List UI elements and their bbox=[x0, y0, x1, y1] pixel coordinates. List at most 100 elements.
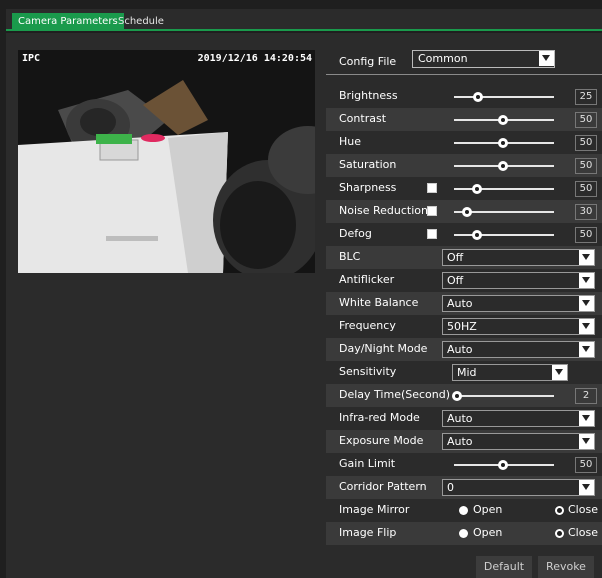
day-night-mode-select[interactable]: Auto bbox=[442, 341, 595, 358]
frequency-value: 50HZ bbox=[447, 320, 477, 333]
config-file-select[interactable]: Common bbox=[412, 50, 555, 68]
exposure-mode-select[interactable]: Auto bbox=[442, 433, 595, 450]
infra-red-mode-label: Infra-red Mode bbox=[339, 411, 420, 424]
sharpness-slider-handle[interactable] bbox=[472, 184, 482, 194]
noise-reduction-row: Noise Reduction 30 bbox=[326, 200, 602, 223]
config-file-value: Common bbox=[418, 52, 468, 65]
infra-red-mode-value: Auto bbox=[447, 412, 473, 425]
image-flip-close-radio[interactable] bbox=[555, 529, 564, 538]
chevron-down-icon bbox=[552, 365, 567, 380]
image-flip-open-radio[interactable] bbox=[459, 529, 468, 538]
blc-select[interactable]: Off bbox=[442, 249, 595, 266]
brightness-row: Brightness 25 bbox=[326, 85, 602, 108]
main-content: IPC 2019/12/16 14:20:54 Config File Comm… bbox=[6, 33, 602, 578]
corridor-pattern-value: 0 bbox=[447, 481, 454, 494]
noise-reduction-slider-handle[interactable] bbox=[462, 207, 472, 217]
chevron-down-icon bbox=[579, 411, 594, 426]
corridor-pattern-label: Corridor Pattern bbox=[339, 480, 427, 493]
sharpness-track[interactable] bbox=[454, 188, 554, 190]
image-mirror-close-radio[interactable] bbox=[555, 506, 564, 515]
defog-value[interactable]: 50 bbox=[575, 227, 597, 243]
day-night-mode-value: Auto bbox=[447, 343, 473, 356]
infra-red-mode-select[interactable]: Auto bbox=[442, 410, 595, 427]
antiflicker-value: Off bbox=[447, 274, 464, 287]
white-balance-value: Auto bbox=[447, 297, 473, 310]
saturation-row: Saturation 50 bbox=[326, 154, 602, 177]
chevron-down-icon bbox=[579, 319, 594, 334]
blc-label: BLC bbox=[339, 250, 361, 263]
brightness-value[interactable]: 25 bbox=[575, 89, 597, 105]
config-file-label: Config File bbox=[339, 55, 397, 68]
image-mirror-row: Image Mirror Open Close bbox=[326, 499, 602, 522]
blc-row: BLC Off bbox=[326, 246, 602, 269]
noise-reduction-value[interactable]: 30 bbox=[575, 204, 597, 220]
chevron-down-icon bbox=[579, 480, 594, 495]
antiflicker-select[interactable]: Off bbox=[442, 272, 595, 289]
camera-image bbox=[18, 50, 315, 273]
delay-time-value[interactable]: 2 bbox=[575, 388, 597, 404]
settings-panel: Config File Common Brightness 25 Contras… bbox=[326, 33, 602, 578]
chevron-down-icon bbox=[579, 273, 594, 288]
image-flip-row: Image Flip Open Close bbox=[326, 522, 602, 545]
brightness-slider-handle[interactable] bbox=[473, 92, 483, 102]
hue-slider-handle[interactable] bbox=[498, 138, 508, 148]
defog-row: Defog 50 bbox=[326, 223, 602, 246]
tab-schedule[interactable]: Schedule bbox=[112, 13, 170, 30]
default-button[interactable]: Default bbox=[476, 556, 532, 578]
sharpness-label: Sharpness bbox=[339, 181, 397, 194]
config-file-row: Config File Common bbox=[326, 43, 602, 75]
delay-time-row: Delay Time(Second) 2 bbox=[326, 384, 602, 407]
sharpness-checkbox[interactable] bbox=[427, 183, 437, 193]
day-night-mode-row: Day/Night Mode Auto bbox=[326, 338, 602, 361]
white-balance-select[interactable]: Auto bbox=[442, 295, 595, 312]
antiflicker-row: Antiflicker Off bbox=[326, 269, 602, 292]
corridor-pattern-row: Corridor Pattern 0 bbox=[326, 476, 602, 499]
frequency-select[interactable]: 50HZ bbox=[442, 318, 595, 335]
sharpness-value[interactable]: 50 bbox=[575, 181, 597, 197]
corridor-pattern-select[interactable]: 0 bbox=[442, 479, 595, 496]
chevron-down-icon bbox=[579, 296, 594, 311]
defog-checkbox[interactable] bbox=[427, 229, 437, 239]
contrast-value[interactable]: 50 bbox=[575, 112, 597, 128]
saturation-slider-handle[interactable] bbox=[498, 161, 508, 171]
delay-time-slider-handle[interactable] bbox=[452, 391, 462, 401]
sensitivity-row: Sensitivity Mid bbox=[326, 361, 602, 384]
image-flip-open-label: Open bbox=[473, 526, 503, 539]
brightness-track[interactable] bbox=[454, 96, 554, 98]
tab-camera-parameters[interactable]: Camera Parameters bbox=[12, 13, 124, 30]
sensitivity-select[interactable]: Mid bbox=[452, 364, 568, 381]
chevron-down-icon bbox=[579, 250, 594, 265]
defog-track[interactable] bbox=[454, 234, 554, 236]
hue-value[interactable]: 50 bbox=[575, 135, 597, 151]
chevron-down-icon bbox=[579, 342, 594, 357]
osd-timestamp: 2019/12/16 14:20:54 bbox=[197, 53, 312, 64]
image-mirror-label: Image Mirror bbox=[339, 503, 410, 516]
exposure-mode-value: Auto bbox=[447, 435, 473, 448]
blc-value: Off bbox=[447, 251, 464, 264]
image-mirror-open-label: Open bbox=[473, 503, 503, 516]
revoke-button[interactable]: Revoke bbox=[538, 556, 594, 578]
osd-device-name: IPC bbox=[22, 53, 41, 64]
contrast-label: Contrast bbox=[339, 112, 387, 125]
defog-slider-handle[interactable] bbox=[472, 230, 482, 240]
day-night-mode-label: Day/Night Mode bbox=[339, 342, 428, 355]
exposure-mode-label: Exposure Mode bbox=[339, 434, 424, 447]
infra-red-mode-row: Infra-red Mode Auto bbox=[326, 407, 602, 430]
delay-time-track[interactable] bbox=[454, 395, 554, 397]
tab-bar: Camera Parameters Schedule bbox=[6, 9, 602, 31]
gain-limit-value[interactable]: 50 bbox=[575, 457, 597, 473]
frequency-row: Frequency 50HZ bbox=[326, 315, 602, 338]
gain-limit-label: Gain Limit bbox=[339, 457, 396, 470]
saturation-value[interactable]: 50 bbox=[575, 158, 597, 174]
gain-limit-slider-handle[interactable] bbox=[498, 460, 508, 470]
white-balance-label: White Balance bbox=[339, 296, 419, 309]
contrast-row: Contrast 50 bbox=[326, 108, 602, 131]
white-balance-row: White Balance Auto bbox=[326, 292, 602, 315]
noise-reduction-label: Noise Reduction bbox=[339, 204, 428, 217]
brightness-label: Brightness bbox=[339, 89, 398, 102]
gain-limit-row: Gain Limit 50 bbox=[326, 453, 602, 476]
image-mirror-open-radio[interactable] bbox=[459, 506, 468, 515]
contrast-slider-handle[interactable] bbox=[498, 115, 508, 125]
noise-reduction-checkbox[interactable] bbox=[427, 206, 437, 216]
saturation-label: Saturation bbox=[339, 158, 397, 171]
